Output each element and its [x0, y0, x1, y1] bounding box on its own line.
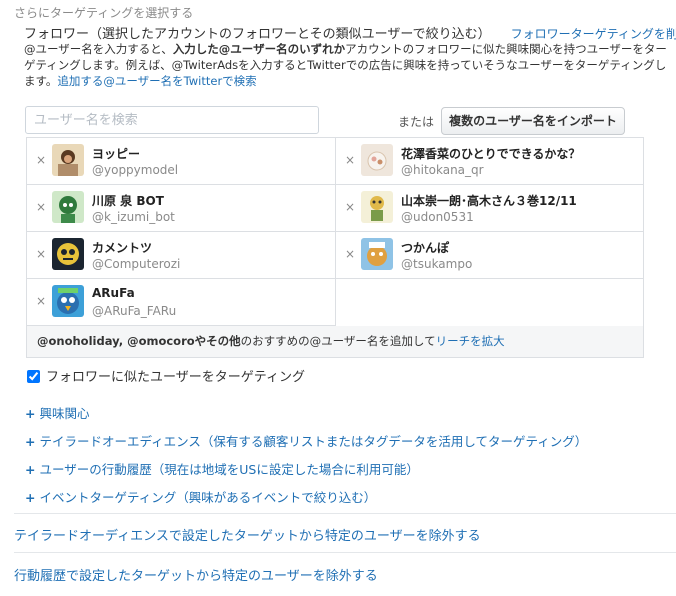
description-bold: 入力した@ユーザー名のいずれか — [172, 42, 346, 56]
account-handle: @Computerozi — [92, 257, 181, 271]
similar-users-option[interactable]: フォロワーに似たユーザーをターゲティング — [27, 366, 305, 385]
account-name: 山本崇一朗･高木さん３巻12/11 — [401, 194, 577, 208]
account-item: × つかんぽ @tsukampo — [336, 232, 643, 279]
plus-icon: + — [25, 406, 36, 421]
remove-account-button[interactable]: × — [345, 153, 355, 167]
avatar — [52, 191, 84, 223]
account-item: × 山本崇一朗･高木さん３巻12/11 @udon0531 — [336, 185, 643, 232]
expand-label: 興味関心 — [39, 406, 90, 421]
plus-icon: + — [25, 434, 36, 449]
plus-icon: + — [25, 490, 36, 505]
follower-title: フォロワー（選択したアカウントのフォロワーとその類似ユーザーで絞り込む） — [24, 27, 491, 42]
expand-label: テイラードオーエディエンス（保有する顧客リストまたはタグデータを活用してターゲテ… — [39, 434, 588, 449]
account-item: × 川原 泉 BOT @k_izumi_bot — [27, 185, 336, 232]
expand-event-targeting[interactable]: + イベントターゲティング（興味があるイベントで絞り込む） — [25, 487, 376, 506]
account-item: × ARuFa @ARuFa_FARu — [27, 279, 336, 326]
exclude-behaviors-link[interactable]: 行動履歴で設定したターゲットから特定のユーザーを除外する — [14, 565, 378, 584]
account-name: 川原 泉 BOT — [92, 194, 164, 208]
account-handle: @yoppymodel — [92, 163, 179, 177]
or-label: または — [398, 115, 435, 129]
account-handle: @tsukampo — [401, 257, 473, 271]
account-handle: @ARuFa_FARu — [92, 304, 177, 318]
avatar — [361, 144, 393, 176]
remove-account-button[interactable]: × — [36, 153, 46, 167]
follower-targeting-header: フォロワー（選択したアカウントのフォロワーとその類似ユーザーで絞り込む） フォロワ… — [24, 23, 676, 42]
follower-description: @ユーザー名を入力すると、入力した@ユーザー名のいずれかアカウントのフォロワーに… — [24, 41, 668, 89]
account-name: つかんぽ — [401, 241, 450, 255]
plus-icon: + — [25, 462, 36, 477]
expand-reach-link[interactable]: リーチを拡大 — [436, 334, 505, 348]
avatar — [52, 144, 84, 176]
search-on-twitter-link[interactable]: 追加する@ユーザー名をTwitterで検索 — [57, 74, 256, 88]
suggested-usernames: @onoholiday, @omocoro — [37, 334, 195, 348]
expand-tailored-audiences[interactable]: + テイラードオーエディエンス（保有する顧客リストまたはタグデータを活用してターゲ… — [25, 431, 587, 450]
avatar — [52, 238, 84, 270]
account-name: 花澤香菜のひとりでできるかな？ — [401, 147, 581, 161]
avatar — [361, 191, 393, 223]
account-name: ARuFa — [92, 286, 135, 300]
account-handle: @udon0531 — [401, 210, 474, 224]
account-handle: @hitokana_qr — [401, 163, 484, 177]
similar-users-checkbox[interactable] — [27, 370, 40, 383]
remove-account-button[interactable]: × — [345, 247, 355, 261]
divider — [14, 513, 676, 514]
selected-accounts-list: × ヨッピー @yoppymodel × 花澤香菜のひとりでできるかな？ @hi… — [26, 137, 644, 358]
account-item: × 花澤香菜のひとりでできるかな？ @hitokana_qr — [336, 138, 643, 185]
account-item: × カメントツ @Computerozi — [27, 232, 336, 279]
account-handle: @k_izumi_bot — [92, 210, 175, 224]
account-item: × ヨッピー @yoppymodel — [27, 138, 336, 185]
divider — [14, 552, 676, 553]
remove-account-button[interactable]: × — [36, 247, 46, 261]
suggestion-bar: @onoholiday, @omocoroやその他のおすすめの@ユーザー名を追加… — [27, 326, 643, 357]
remove-follower-targeting-link[interactable]: フォロワーターゲティングを削除 — [511, 27, 676, 41]
import-usernames-button[interactable]: 複数のユーザー名をインポート — [441, 107, 625, 135]
expand-label: ユーザーの行動履歴（現在は地域をUSに設定した場合に利用可能） — [39, 462, 419, 477]
similar-users-label: フォロワーに似たユーザーをターゲティング — [46, 370, 305, 385]
remove-account-button[interactable]: × — [36, 200, 46, 214]
account-name: カメントツ — [92, 241, 153, 255]
avatar — [361, 238, 393, 270]
avatar — [52, 285, 84, 317]
exclude-tailored-audience-link[interactable]: テイラードオーディエンスで設定したターゲットから特定のユーザーを除外する — [14, 525, 481, 544]
username-search-input[interactable] — [25, 106, 319, 134]
remove-account-button[interactable]: × — [345, 200, 355, 214]
description-text-1: @ユーザー名を入力すると、 — [24, 42, 173, 56]
section-label: さらにターゲティングを選択する — [14, 6, 194, 20]
account-name: ヨッピー — [92, 147, 141, 161]
expand-interests[interactable]: + 興味関心 — [25, 403, 90, 422]
suggestion-and-others: やその他 — [194, 334, 241, 348]
expand-behaviors[interactable]: + ユーザーの行動履歴（現在は地域をUSに設定した場合に利用可能） — [25, 459, 419, 478]
expand-label: イベントターゲティング（興味があるイベントで絞り込む） — [39, 490, 377, 505]
remove-account-button[interactable]: × — [36, 294, 46, 308]
suggestion-text: のおすすめの@ユーザー名を追加して — [240, 334, 436, 348]
